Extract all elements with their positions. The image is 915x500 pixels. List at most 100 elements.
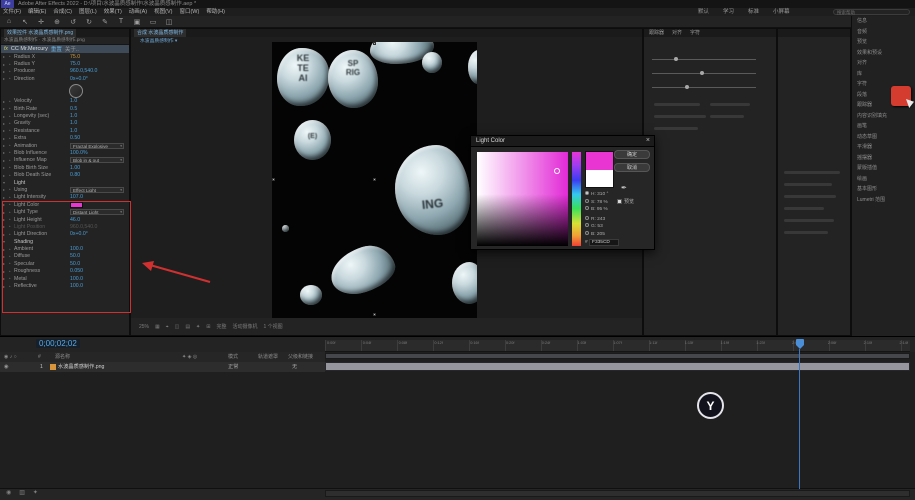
layer-handle[interactable] xyxy=(373,178,376,181)
stacked-panel-label[interactable]: 绘画 xyxy=(852,174,915,185)
effect-property-row[interactable]: Velocity 1.0 xyxy=(1,98,129,105)
effect-property-row[interactable]: Radius X 75.0 xyxy=(1,53,129,60)
menu-item[interactable]: 动画(A) xyxy=(129,8,147,16)
composition-canvas[interactable]: KE TE AI SP RIG (E) ING xyxy=(272,42,477,318)
eyedropper-icon[interactable]: ✒ xyxy=(621,184,627,192)
effect-property-row[interactable]: Light Color xyxy=(1,201,129,208)
hsb-b-row[interactable]: B: 95 % xyxy=(585,206,608,214)
slider-track[interactable] xyxy=(652,85,756,89)
puppet-pin-tool-icon[interactable]: ◫ xyxy=(164,18,174,26)
twirl-icon[interactable] xyxy=(3,239,8,244)
clone-stamp-tool-icon[interactable]: ▣ xyxy=(132,18,142,26)
property-value[interactable]: 960.0,540.0 xyxy=(70,68,129,74)
timeline-scrollbar[interactable] xyxy=(325,490,910,497)
stacked-panel-label[interactable]: 动态草图 xyxy=(852,132,915,143)
property-value[interactable]: 0.050 xyxy=(70,268,129,274)
effect-property-row[interactable]: Roughness 0.050 xyxy=(1,268,129,275)
property-value[interactable]: 1.0 xyxy=(70,120,129,126)
effect-property-row[interactable]: Light Height 46.0 xyxy=(1,216,129,223)
dock-panel-tab[interactable]: 跟踪器 xyxy=(647,29,666,37)
effect-property-row[interactable]: Blob Death Size 0.80 xyxy=(1,171,129,178)
help-search-input[interactable]: 搜索帮助 xyxy=(833,9,910,15)
property-value[interactable]: 100.0 xyxy=(70,283,129,289)
resolution-dropdown[interactable]: 完整 xyxy=(216,323,226,330)
property-value[interactable]: 0.50 xyxy=(70,135,129,141)
effect-property-row[interactable]: Ambient 100.0 xyxy=(1,245,129,252)
property-value[interactable]: 1.0 xyxy=(70,98,129,104)
property-value[interactable]: 100.0 xyxy=(70,246,129,252)
viewer-tool-icon[interactable]: ◫ xyxy=(175,324,180,330)
stacked-panel-label[interactable]: 效果和预设 xyxy=(852,48,915,59)
shape-tool-icon[interactable]: ▭ xyxy=(148,18,158,26)
tab-composition[interactable]: 合成 水波晶质感制作 xyxy=(134,29,187,37)
close-icon[interactable]: × xyxy=(646,137,650,144)
column-mode[interactable]: 模式 xyxy=(228,352,238,362)
menu-item[interactable]: 窗口(W) xyxy=(179,8,199,16)
effect-property-row[interactable]: Influence Map Blob in & out xyxy=(1,157,129,164)
workspace-item[interactable]: 标准 xyxy=(748,8,759,16)
effect-property-row[interactable]: Resistance 1.0 xyxy=(1,127,129,134)
property-value[interactable]: 50.0 xyxy=(70,253,129,259)
effect-property-row[interactable]: Shading xyxy=(1,238,129,245)
effect-property-row[interactable]: Blob Birth Size 1.00 xyxy=(1,164,129,171)
effect-property-row[interactable]: Animation Fractal Explosive xyxy=(1,142,129,149)
stacked-panel-label[interactable]: 音频 xyxy=(852,27,915,38)
property-value[interactable]: 0x+0.0° xyxy=(70,231,129,237)
column-source-name[interactable]: 源名称 xyxy=(55,352,70,362)
effect-property-row[interactable]: Light Position 960.0,540.0 xyxy=(1,223,129,230)
effect-property-row[interactable]: Extra 0.50 xyxy=(1,135,129,142)
property-value[interactable]: 46.0 xyxy=(70,217,129,223)
effect-property-row[interactable] xyxy=(1,83,129,98)
property-value[interactable]: Blob in & out xyxy=(70,157,124,164)
effect-property-row[interactable]: Producer 960.0,540.0 xyxy=(1,68,129,75)
stacked-panel-label[interactable]: 基本图形 xyxy=(852,184,915,195)
stacked-panel-label[interactable]: 平滑器 xyxy=(852,142,915,153)
effect-property-row[interactable]: Blob Influence 100.0% xyxy=(1,149,129,156)
view-layout-dropdown[interactable]: 1 个视图 xyxy=(263,323,282,330)
layer-handle[interactable] xyxy=(373,42,376,45)
about-effect-link[interactable]: 关于.. xyxy=(65,45,79,53)
effect-property-row[interactable]: Direction 0x+0.0° xyxy=(1,75,129,82)
tab-effect-controls[interactable]: 效果控件 水波晶质感制作.png xyxy=(4,29,77,37)
effect-property-row[interactable]: Specular 50.0 xyxy=(1,260,129,267)
dock-panel-tab[interactable]: 对齐 xyxy=(670,29,684,37)
effect-property-row[interactable]: Longevity (sec) 1.0 xyxy=(1,112,129,119)
effect-property-row[interactable]: Light Type Distant Light xyxy=(1,208,129,216)
menu-item[interactable]: 图层(L) xyxy=(79,8,97,16)
zoom-level-dropdown[interactable]: 25% xyxy=(139,324,149,330)
radio-icon[interactable] xyxy=(585,191,589,195)
property-value[interactable]: 75.0 xyxy=(70,54,129,60)
property-value[interactable]: 0.80 xyxy=(70,172,129,178)
property-value[interactable]: 50.0 xyxy=(70,261,129,267)
slider-knob[interactable] xyxy=(674,57,678,61)
stacked-panel-label[interactable]: 内容识别填充 xyxy=(852,111,915,122)
saturation-brightness-field[interactable] xyxy=(477,152,568,246)
home-icon[interactable]: ⌂ xyxy=(4,18,14,25)
effect-property-row[interactable]: Gravity 1.0 xyxy=(1,120,129,127)
effect-property-row[interactable]: Birth Rate 0.5 xyxy=(1,105,129,112)
layer-handle[interactable] xyxy=(373,313,376,316)
preview-checkbox[interactable]: 预览 xyxy=(617,198,634,205)
slider-track[interactable] xyxy=(652,57,756,61)
slider-track[interactable] xyxy=(652,71,756,75)
color-cursor[interactable] xyxy=(554,168,560,174)
effect-property-row[interactable]: Metal 100.0 xyxy=(1,275,129,282)
hue-strip[interactable] xyxy=(572,152,581,246)
stacked-panel-label[interactable]: 对齐 xyxy=(852,58,915,69)
layer-mode-dropdown[interactable]: 正常 xyxy=(228,362,238,372)
effect-property-row[interactable]: Light Intensity 107.0 xyxy=(1,194,129,201)
stacked-panel-label[interactable]: Lumetri 范围 xyxy=(852,195,915,206)
layer-handle[interactable] xyxy=(272,178,275,181)
menu-item[interactable]: 视图(V) xyxy=(154,8,172,16)
menu-item[interactable]: 效果(T) xyxy=(104,8,122,16)
extension-icon[interactable] xyxy=(891,86,911,106)
slider-knob[interactable] xyxy=(700,71,704,75)
workspace-item[interactable]: 学习 xyxy=(723,8,734,16)
radio-icon[interactable] xyxy=(585,215,589,220)
radio-icon[interactable] xyxy=(585,230,589,235)
hsb-h-row[interactable]: H: 310 ° xyxy=(585,191,608,199)
viewer-tool-icon[interactable]: ⊞ xyxy=(206,324,210,330)
twirl-icon[interactable] xyxy=(3,180,8,185)
timeline-toggle-icon[interactable]: ✦ xyxy=(33,489,38,496)
stacked-panel-label[interactable]: 蒙版插值 xyxy=(852,163,915,174)
